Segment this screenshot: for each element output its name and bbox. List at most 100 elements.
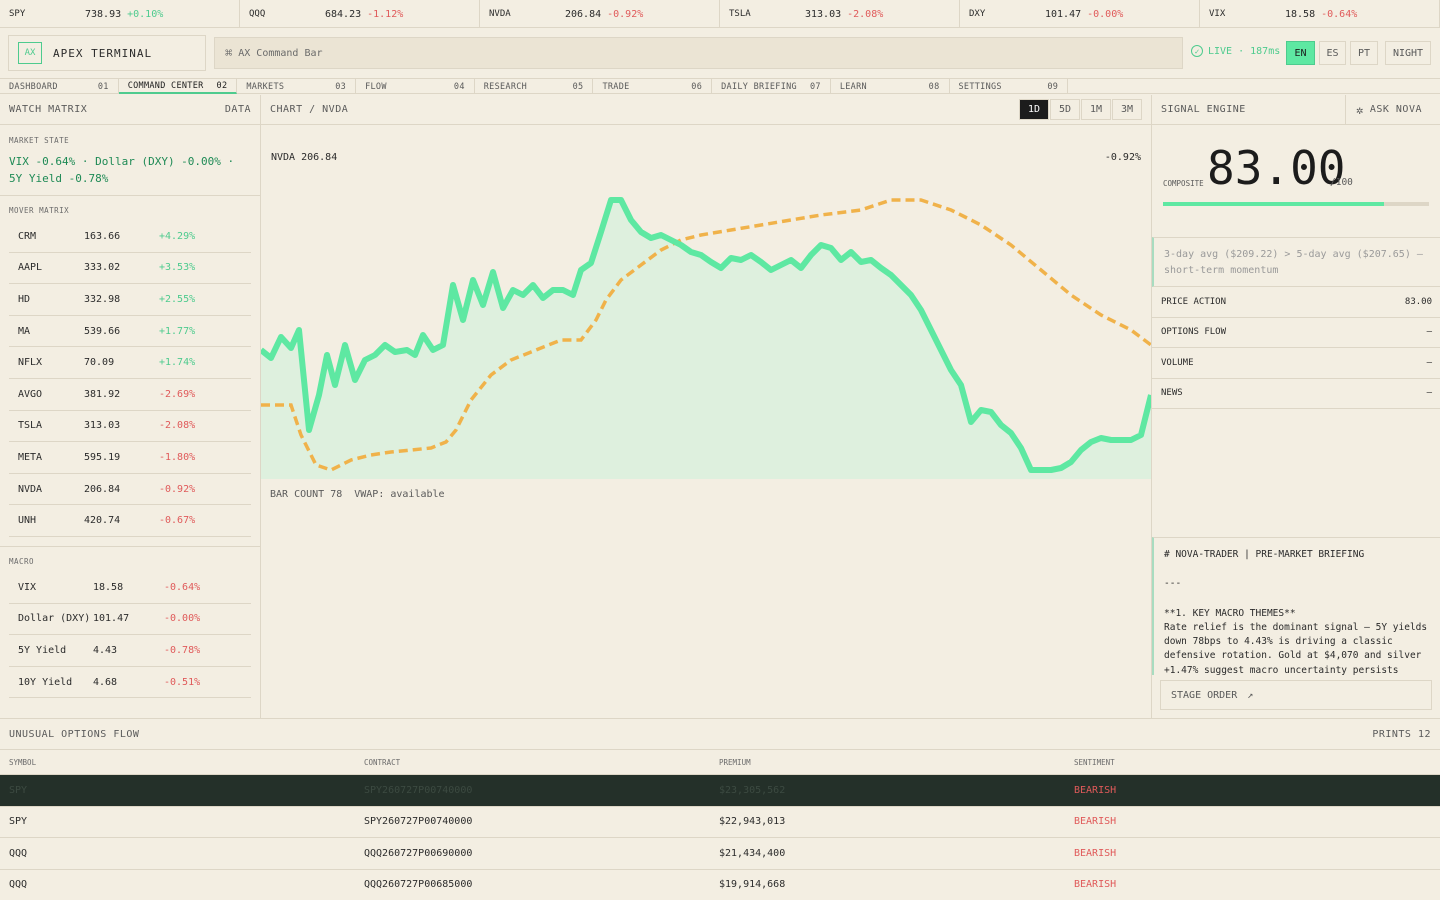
tf-3m-button[interactable]: 3M	[1112, 99, 1142, 120]
nav-tab-number: 04	[453, 81, 465, 92]
mover-price: 420.74	[84, 515, 121, 527]
flow-row[interactable]: SPY SPY260727P00740000 $23,305,562 BEARISH	[0, 775, 1440, 807]
macro-list: VIX 18.58 -0.64% Dollar (DXY) 101.47 -0.00% 5Y…	[0, 572, 260, 699]
tf-1m-button[interactable]: 1M	[1081, 99, 1111, 120]
mover-row[interactable]: NVDA 206.84 -0.92%	[9, 474, 251, 506]
data-link[interactable]: DATA	[225, 104, 251, 115]
ticker-item[interactable]: SPY 738.93 +0.10%	[0, 0, 240, 28]
stage-order-button[interactable]: STAGE ORDER ↗	[1160, 680, 1432, 710]
nav-tab[interactable]: LEARN 08	[831, 79, 950, 94]
mover-row[interactable]: NFLX 70.09 +1.74%	[9, 347, 251, 379]
nav-tab-label: DASHBOARD	[9, 81, 58, 92]
ticker-price: 18.58	[1285, 8, 1316, 20]
command-icon: ⌘	[225, 46, 233, 60]
briefing-box: # NOVA-TRADER | PRE-MARKET BRIEFING --- …	[1152, 537, 1440, 675]
nav-tab-label: RESEARCH	[483, 81, 528, 92]
mover-row[interactable]: AVGO 381.92 -2.69%	[9, 379, 251, 411]
mover-row[interactable]: AAPL 333.02 +3.53%	[9, 253, 251, 285]
flow-row[interactable]: QQQ QQQ260727P00690000 $21,434,400 BEARISH	[0, 838, 1440, 870]
ticker-change: +0.10%	[127, 8, 164, 20]
mover-symbol: MA	[18, 325, 31, 337]
mover-price: 70.09	[84, 357, 115, 369]
ticker-change: -2.08%	[847, 8, 884, 20]
flow-row[interactable]: SPY SPY260727P00740000 $22,943,013 BEARISH	[0, 807, 1440, 838]
col-symbol: SYMBOL	[9, 757, 37, 767]
flow-contract: SPY260727P00740000	[364, 816, 473, 828]
mover-price: 163.66	[84, 230, 121, 242]
mover-price: 539.66	[84, 325, 121, 337]
nav-tab[interactable]: TRADE 06	[593, 79, 713, 94]
nav-tab[interactable]: FLOW 04	[356, 79, 475, 94]
price-area-fill	[261, 200, 1151, 479]
composite-bar	[1163, 202, 1429, 206]
command-bar[interactable]: ⌘ AX Command Bar	[214, 37, 1183, 69]
mover-row[interactable]: TSLA 313.03 -2.08%	[9, 411, 251, 443]
mover-change: -0.92%	[159, 483, 196, 495]
flow-premium: $21,434,400	[719, 847, 786, 859]
lang-pt-button[interactable]: PT	[1350, 41, 1378, 65]
flow-contract: QQQ260727P00690000	[364, 847, 473, 859]
tf-1d-button[interactable]: 1D	[1019, 99, 1049, 120]
ticker-item[interactable]: NVDA 206.84 -0.92%	[480, 0, 720, 28]
prints-count: PRINTS 12	[1372, 728, 1431, 740]
nav-tab[interactable]: MARKETS 03	[237, 79, 357, 94]
signal-label: NEWS	[1161, 388, 1183, 399]
macro-label: MACRO	[9, 556, 35, 566]
nav-tab[interactable]: RESEARCH 05	[475, 79, 594, 94]
mover-row[interactable]: MA 539.66 +1.77%	[9, 316, 251, 348]
mover-row[interactable]: META 595.19 -1.80%	[9, 442, 251, 474]
flow-premium: $19,914,668	[719, 879, 786, 891]
ask-nova-button[interactable]: ✲ ASK NOVA	[1345, 94, 1440, 125]
mover-row[interactable]: CRM 163.66 +4.29%	[9, 221, 251, 253]
briefing-section-title: **1. KEY MACRO THEMES**	[1164, 607, 1296, 619]
mover-symbol: NVDA	[18, 483, 43, 495]
signal-engine-header: SIGNAL ENGINE ✲ ASK NOVA	[1152, 94, 1440, 125]
chart-header: CHART / NVDA	[261, 95, 1151, 125]
ticker-price: 101.47	[1045, 8, 1082, 20]
ticker-item[interactable]: TSLA 313.03 -2.08%	[720, 0, 960, 28]
ticker-change: -0.00%	[1087, 8, 1124, 20]
nav-tab[interactable]: COMMAND CENTER 02	[118, 79, 238, 94]
ticker-item[interactable]: QQQ 684.23 -1.12%	[240, 0, 480, 28]
composite-score: 83.00	[1207, 141, 1346, 195]
flow-premium: $23,305,562	[719, 784, 786, 796]
macro-row[interactable]: 5Y Yield 4.43 -0.78%	[9, 635, 251, 667]
ticker-symbol: DXY	[969, 9, 986, 19]
macro-row[interactable]: 10Y Yield 4.68 -0.51%	[9, 667, 251, 699]
nav-tab-label: SETTINGS	[958, 81, 1002, 92]
ticker-item[interactable]: DXY 101.47 -0.00%	[960, 0, 1200, 28]
ticker-price: 313.03	[805, 8, 842, 20]
nav-tab[interactable]: SETTINGS 09	[950, 79, 1069, 94]
mover-row[interactable]: HD 332.98 +2.55%	[9, 284, 251, 316]
ticker-symbol: NVDA	[489, 9, 511, 19]
price-chart[interactable]	[261, 190, 1151, 479]
nav-tab[interactable]: DASHBOARD 01	[0, 79, 119, 94]
brand[interactable]: AX APEX TERMINAL	[8, 35, 206, 71]
ticker-symbol: TSLA	[729, 9, 751, 19]
flow-sentiment: BEARISH	[1074, 816, 1117, 828]
mover-price: 206.84	[84, 483, 121, 495]
options-flow-header: UNUSUAL OPTIONS FLOW PRINTS 12	[0, 719, 1440, 750]
mover-price: 313.03	[84, 420, 121, 432]
night-mode-button[interactable]: NIGHT	[1385, 41, 1431, 65]
mover-row[interactable]: UNH 420.74 -0.67%	[9, 505, 251, 537]
signal-note: 3-day avg ($209.22) > 5-day avg ($207.65…	[1152, 237, 1440, 287]
watch-matrix-title: WATCH MATRIX	[9, 104, 88, 115]
flow-sentiment: BEARISH	[1074, 847, 1117, 859]
flow-sentiment: BEARISH	[1074, 879, 1117, 891]
ticker-bar: SPY 738.93 +0.10% QQQ 684.23 -1.12% NVDA 206.84…	[0, 0, 1440, 28]
signal-label: OPTIONS FLOW	[1161, 327, 1227, 338]
nav-tab-number: 08	[928, 81, 940, 92]
signal-value: —	[1426, 388, 1432, 399]
nav-tab[interactable]: DAILY BRIEFING 07	[712, 79, 831, 94]
flow-row[interactable]: QQQ QQQ260727P00685000 $19,914,668 BEARISH	[0, 870, 1440, 900]
options-flow-title: UNUSUAL OPTIONS FLOW	[9, 728, 140, 740]
live-status: ✓ LIVE · 187ms	[1191, 45, 1280, 57]
ticker-item[interactable]: VIX 18.58 -0.64%	[1200, 0, 1440, 28]
tf-5d-button[interactable]: 5D	[1050, 99, 1080, 120]
macro-row[interactable]: Dollar (DXY) 101.47 -0.00%	[9, 604, 251, 636]
flow-contract: SPY260727P00740000	[364, 784, 473, 796]
macro-row[interactable]: VIX 18.58 -0.64%	[9, 572, 251, 604]
lang-en-button[interactable]: EN	[1286, 41, 1315, 65]
lang-es-button[interactable]: ES	[1319, 41, 1346, 65]
